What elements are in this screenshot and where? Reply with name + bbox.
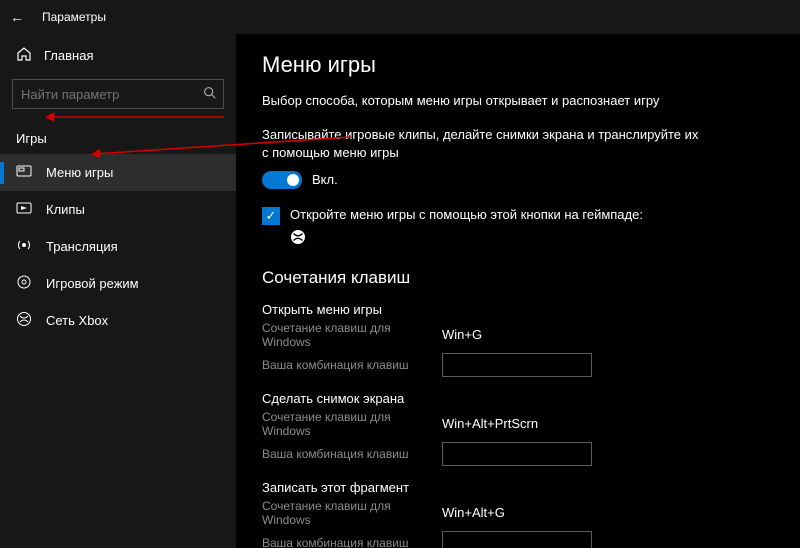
- sidebar-item-label: Игровой режим: [46, 276, 139, 291]
- page-title: Меню игры: [262, 52, 774, 78]
- custom-shortcut-input[interactable]: [442, 353, 592, 377]
- sidebar-item-label: Клипы: [46, 202, 85, 217]
- custom-shortcut-input[interactable]: [442, 442, 592, 466]
- record-toggle[interactable]: [262, 171, 302, 189]
- shortcut-title: Записать этот фрагмент: [262, 480, 774, 495]
- shortcut-title: Сделать снимок экрана: [262, 391, 774, 406]
- sidebar-item-label: Трансляция: [46, 239, 118, 254]
- sidebar-item-label: Меню игры: [46, 165, 113, 180]
- shortcut-group: Открыть меню игры Сочетание клавиш для W…: [262, 302, 774, 377]
- shortcuts-heading: Сочетания клавиш: [262, 268, 774, 288]
- win-shortcut-label: Сочетание клавиш для Windows: [262, 410, 442, 438]
- custom-shortcut-label: Ваша комбинация клавиш: [262, 536, 442, 548]
- shortcut-value: Win+Alt+PrtScrn: [442, 416, 538, 431]
- shortcut-value: Win+G: [442, 327, 482, 342]
- xbox-icon: [16, 311, 32, 330]
- sidebar-item-xbox-network[interactable]: Сеть Xbox: [0, 302, 236, 339]
- custom-shortcut-input[interactable]: [442, 531, 592, 548]
- sidebar-item-game-mode[interactable]: Игровой режим: [0, 265, 236, 302]
- shortcut-value: Win+Alt+G: [442, 505, 505, 520]
- captures-icon: [16, 200, 32, 219]
- shortcut-group: Записать этот фрагмент Сочетание клавиш …: [262, 480, 774, 548]
- xbox-button-icon: [290, 229, 774, 248]
- main-content: Меню игры Выбор способа, которым меню иг…: [236, 34, 800, 548]
- section-label: Игры: [0, 117, 236, 154]
- sidebar-item-broadcasting[interactable]: Трансляция: [0, 228, 236, 265]
- sidebar-item-label: Сеть Xbox: [46, 313, 108, 328]
- app-title: Параметры: [42, 10, 106, 24]
- active-accent: [0, 162, 4, 184]
- home-icon: [16, 46, 32, 65]
- sidebar-item-captures[interactable]: Клипы: [0, 191, 236, 228]
- toggle-description: Записывайте игровые клипы, делайте снимк…: [262, 126, 702, 162]
- sidebar: Главная Игры Меню игры Клипы: [0, 34, 236, 548]
- broadcast-icon: [16, 237, 32, 256]
- back-icon[interactable]: ←: [10, 9, 26, 25]
- win-shortcut-label: Сочетание клавиш для Windows: [262, 321, 442, 349]
- custom-shortcut-label: Ваша комбинация клавиш: [262, 447, 442, 461]
- sidebar-item-game-bar[interactable]: Меню игры: [0, 154, 236, 191]
- toggle-state-label: Вкл.: [312, 172, 338, 187]
- win-shortcut-label: Сочетание клавиш для Windows: [262, 499, 442, 527]
- controller-checkbox[interactable]: ✓: [262, 207, 280, 225]
- home-link[interactable]: Главная: [0, 38, 236, 73]
- checkbox-label: Откройте меню игры с помощью этой кнопки…: [290, 207, 643, 222]
- shortcut-group: Сделать снимок экрана Сочетание клавиш д…: [262, 391, 774, 466]
- game-bar-icon: [16, 163, 32, 182]
- search-input[interactable]: [12, 79, 224, 109]
- title-bar: ← Параметры: [0, 0, 800, 34]
- game-mode-icon: [16, 274, 32, 293]
- page-description: Выбор способа, которым меню игры открыва…: [262, 92, 702, 110]
- home-label: Главная: [44, 48, 93, 63]
- search-box[interactable]: [12, 79, 224, 109]
- custom-shortcut-label: Ваша комбинация клавиш: [262, 358, 442, 372]
- shortcut-title: Открыть меню игры: [262, 302, 774, 317]
